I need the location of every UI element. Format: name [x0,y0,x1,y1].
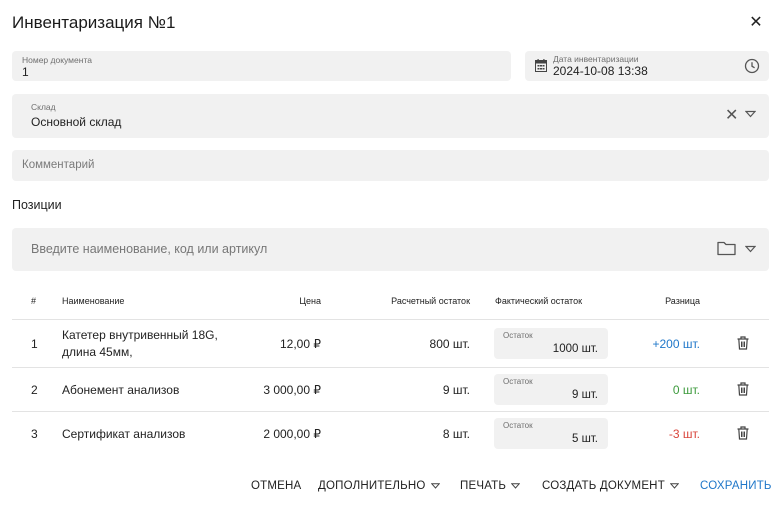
chevron-down-icon[interactable] [745,245,756,253]
warehouse-value: Основной склад [31,115,122,129]
cancel-button[interactable]: ОТМЕНА [251,480,301,492]
doc-number-field[interactable]: Номер документа 1 [12,51,511,81]
row-price: 3 000,00 ₽ [263,383,321,397]
more-button[interactable]: ДОПОЛНИТЕЛЬНО [318,480,440,492]
row-price: 12,00 ₽ [280,337,321,351]
positions-title: Позиции [12,198,62,212]
row-calc: 800 шт. [429,337,470,351]
row-num: 1 [31,337,38,351]
row-name: Сертификат анализов [62,427,186,441]
folder-icon[interactable] [717,240,736,256]
dialog-footer: ОТМЕНА ДОПОЛНИТЕЛЬНО ПЕЧАТЬ СОЗДАТЬ ДОКУ… [0,480,780,494]
positions-table-header: # Наименование Цена Расчетный остаток Фа… [12,290,769,320]
warehouse-label: Склад [31,102,56,112]
row-calc: 9 шт. [442,383,470,397]
clear-icon[interactable]: ✕ [725,108,738,124]
comment-placeholder: Комментарий [22,159,95,171]
table-row: 1 Катетер внутривенный 18G, длина 45мм, … [12,320,769,368]
row-price: 2 000,00 ₽ [263,427,321,441]
fact-qty-input[interactable]: Остаток 9 шт. [494,374,608,405]
inventory-dialog: Инвентаризация №1 ✕ Номер документа 1 Да… [0,0,780,507]
doc-date-field[interactable]: Дата инвентаризации 2024-10-08 13:38 [525,51,769,81]
col-diff: Разница [665,296,700,306]
trash-icon[interactable] [737,336,749,350]
row-name: Катетер внутривенный 18G, длина 45мм, [62,328,218,359]
col-price: Цена [299,296,321,306]
calendar-icon [535,59,547,72]
row-diff: 0 шт. [672,383,700,397]
table-row: 3 Сертификат анализов 2 000,00 ₽ 8 шт. О… [12,412,769,456]
col-calc: Расчетный остаток [391,296,470,306]
fact-qty-input[interactable]: Остаток 5 шт. [494,418,608,449]
chevron-down-icon [510,483,521,489]
doc-date-value[interactable]: 2024-10-08 13:38 [553,64,648,78]
clock-icon[interactable] [744,58,760,74]
row-num: 2 [31,383,38,397]
fact-qty-input[interactable]: Остаток 1000 шт. [494,328,608,359]
print-button[interactable]: ПЕЧАТЬ [460,480,521,492]
trash-icon[interactable] [737,382,749,396]
fact-qty-value[interactable]: 9 шт. [572,389,598,401]
row-num: 3 [31,427,38,441]
chevron-down-icon [669,483,680,489]
row-diff: -3 шт. [668,427,700,441]
fact-qty-value[interactable]: 5 шт. [572,433,598,445]
fact-qty-label: Остаток [503,331,533,340]
fact-qty-label: Остаток [503,377,533,386]
doc-number-value[interactable]: 1 [22,65,29,79]
create-document-label: СОЗДАТЬ ДОКУМЕНТ [542,480,665,492]
row-diff: +200 шт. [652,337,701,351]
table-row: 2 Абонемент анализов 3 000,00 ₽ 9 шт. Ос… [12,368,769,412]
comment-field[interactable]: Комментарий [12,150,769,181]
fact-qty-value[interactable]: 1000 шт. [553,343,598,355]
search-placeholder: Введите наименование, код или артикул [31,242,268,256]
row-calc: 8 шт. [442,427,470,441]
more-button-label: ДОПОЛНИТЕЛЬНО [318,480,426,492]
doc-date-label: Дата инвентаризации [553,54,639,64]
trash-icon[interactable] [737,426,749,440]
product-search-input[interactable]: Введите наименование, код или артикул [12,228,769,271]
save-button[interactable]: СОХРАНИТЬ [700,480,772,492]
fact-qty-label: Остаток [503,421,533,430]
close-icon[interactable]: ✕ [748,15,764,31]
chevron-down-icon[interactable] [745,110,756,118]
print-button-label: ПЕЧАТЬ [460,480,507,492]
create-document-button[interactable]: СОЗДАТЬ ДОКУМЕНТ [542,480,680,492]
row-name: Абонемент анализов [62,383,180,397]
col-num: # [31,296,37,306]
chevron-down-icon [430,483,440,489]
dialog-title: Инвентаризация №1 [12,13,176,32]
col-name: Наименование [62,296,125,306]
col-fact: Фактический остаток [495,296,583,306]
warehouse-select[interactable]: Склад Основной склад ✕ [12,94,769,138]
doc-number-label: Номер документа [22,55,92,65]
